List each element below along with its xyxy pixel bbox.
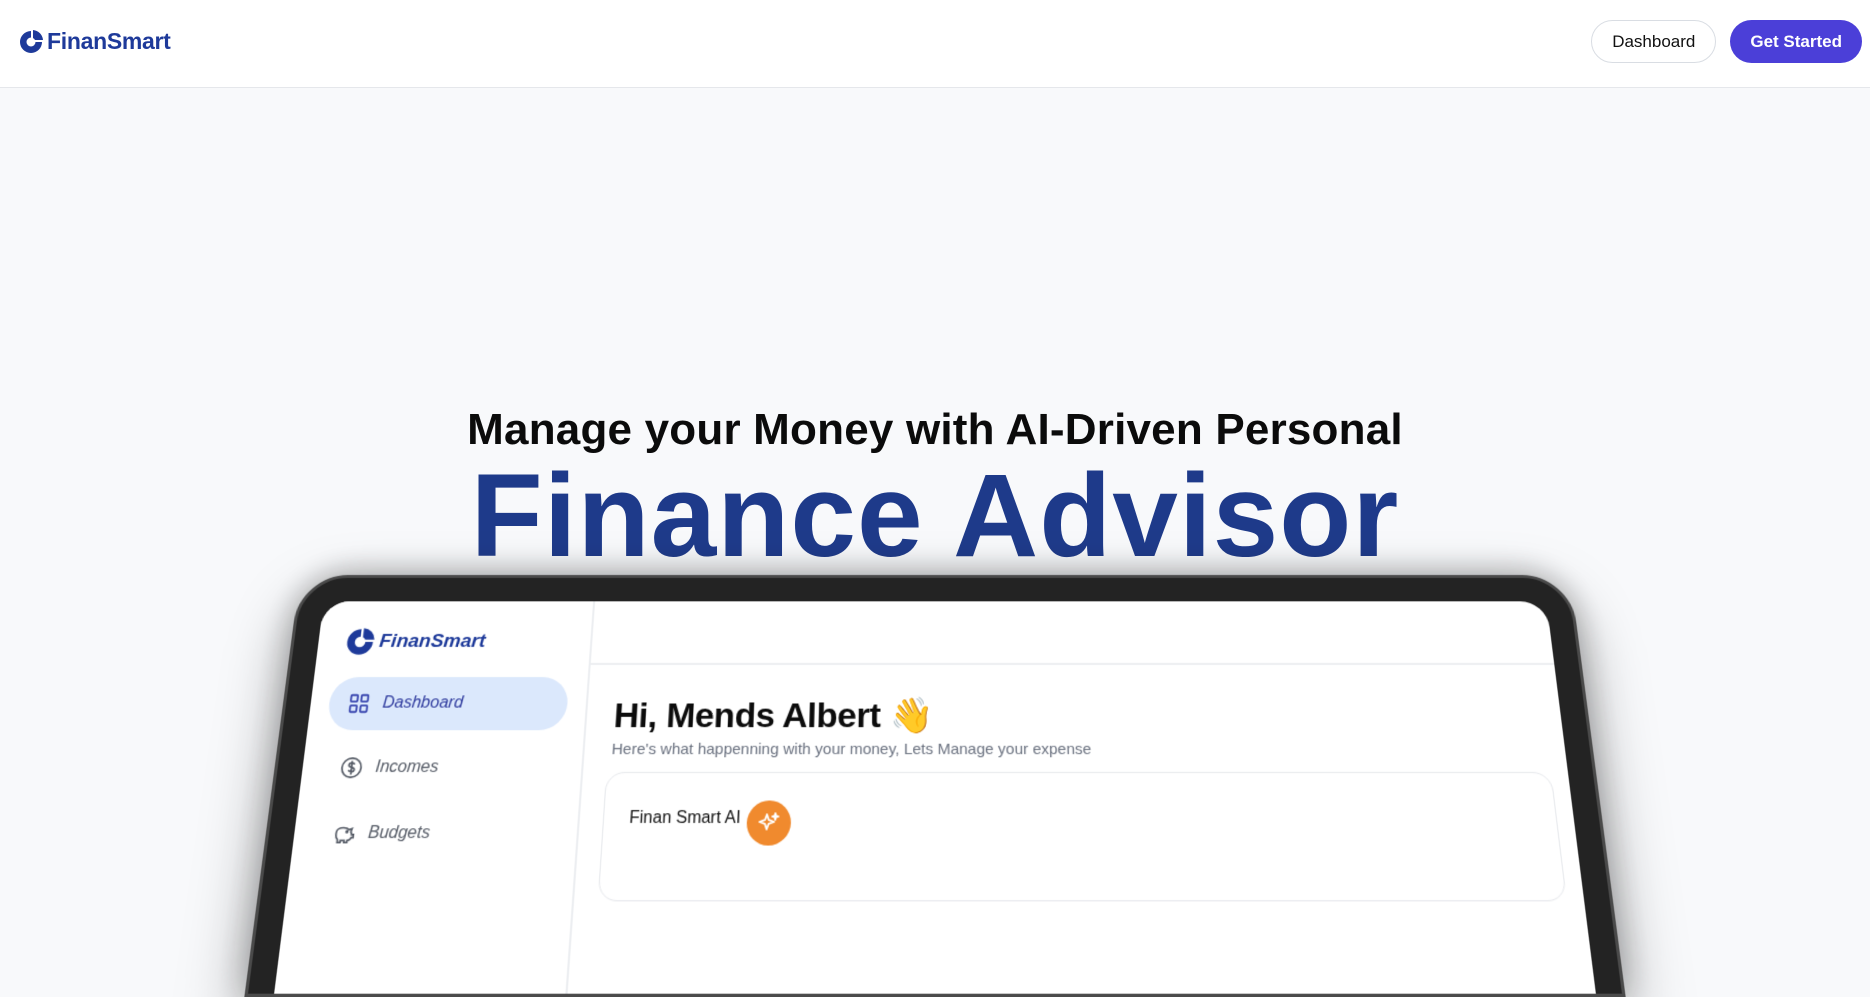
- top-navbar: FinanSmart Dashboard Get Started: [0, 0, 1870, 88]
- preview-main: Hi, Mends Albert 👋 Here's what happennin…: [568, 601, 1596, 993]
- greeting-subtitle: Here's what happenning with your money, …: [611, 740, 1092, 759]
- piggy-bank-icon: [331, 822, 357, 846]
- device-screen: FinanSmart Dashboard Incomes Budgets Hi,…: [274, 601, 1596, 994]
- device-mockup: FinanSmart Dashboard Incomes Budgets Hi,…: [244, 575, 1626, 997]
- dollar-circle-icon: [339, 756, 365, 779]
- ai-card[interactable]: Finan Smart AI: [597, 771, 1568, 902]
- nav-actions: Dashboard Get Started: [1591, 20, 1862, 63]
- sidebar-item-label: Dashboard: [381, 694, 464, 712]
- hero-subtitle: Manage your Money with AI-Driven Persona…: [467, 405, 1403, 454]
- hero-title: Finance Advisor: [470, 450, 1400, 582]
- ai-card-label: Finan Smart AI: [628, 809, 741, 828]
- preview-brand: FinanSmart: [343, 627, 573, 657]
- sparkles-icon: [756, 810, 782, 836]
- sidebar-item-label: Incomes: [374, 758, 440, 777]
- sidebar-item-dashboard[interactable]: Dashboard: [325, 677, 570, 731]
- sidebar-item-label: Budgets: [367, 824, 431, 843]
- get-started-button[interactable]: Get Started: [1730, 20, 1862, 63]
- greeting-heading: Hi, Mends Albert 👋: [612, 696, 933, 736]
- preview-sidebar: FinanSmart Dashboard Incomes Budgets: [274, 601, 596, 994]
- brand-link[interactable]: FinanSmart: [18, 28, 171, 55]
- brand-logo-icon: [20, 29, 43, 53]
- brand-name: FinanSmart: [47, 28, 171, 54]
- sidebar-item-incomes[interactable]: Incomes: [318, 741, 565, 796]
- preview-topbar: [590, 601, 1555, 665]
- ai-badge: [745, 800, 792, 846]
- sidebar-item-budgets[interactable]: Budgets: [310, 806, 560, 862]
- preview-brand-logo-icon: [345, 628, 376, 655]
- dashboard-button[interactable]: Dashboard: [1591, 20, 1717, 63]
- grid-icon: [346, 692, 371, 715]
- preview-brand-name: FinanSmart: [378, 630, 487, 652]
